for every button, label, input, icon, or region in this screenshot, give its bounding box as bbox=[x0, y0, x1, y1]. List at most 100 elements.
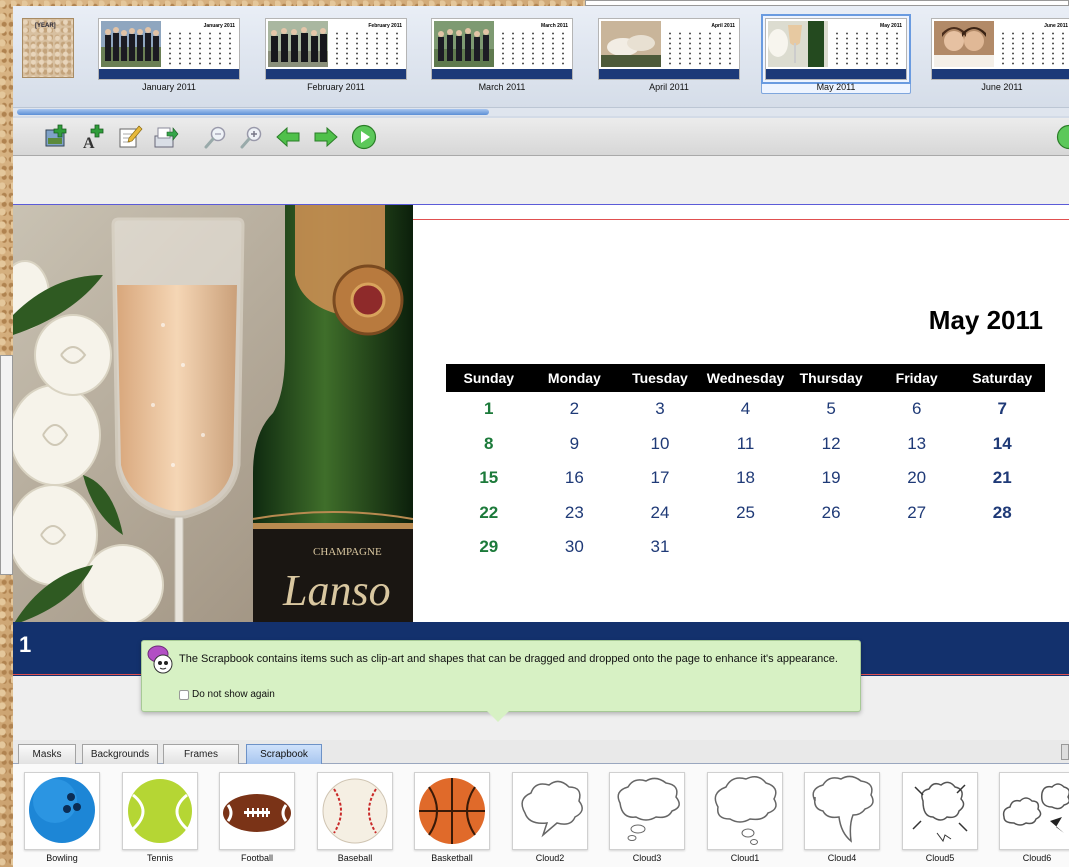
day-cell[interactable]: 14 bbox=[959, 427, 1045, 462]
week-row: 1 2 3 4 5 6 7 bbox=[446, 392, 1045, 427]
scrapbook-item-label: Baseball bbox=[337, 853, 373, 863]
day-cell[interactable]: 24 bbox=[617, 496, 703, 531]
calendar-grid: Sunday Monday Tuesday Wednesday Thursday… bbox=[446, 364, 1045, 565]
day-cell[interactable]: 11 bbox=[703, 427, 789, 462]
scrollbar-thumb[interactable] bbox=[17, 109, 489, 115]
play-slideshow-button[interactable] bbox=[351, 124, 377, 150]
day-cell bbox=[788, 530, 874, 565]
thumbnail-june[interactable]: June 2011 June 2011 bbox=[931, 18, 1069, 96]
day-cell[interactable]: 12 bbox=[788, 427, 874, 462]
day-cell[interactable]: 4 bbox=[703, 392, 789, 427]
background-window bbox=[0, 355, 13, 575]
day-cell[interactable]: 8 bbox=[446, 427, 532, 462]
day-cell[interactable]: 21 bbox=[959, 461, 1045, 496]
item-frame bbox=[804, 772, 880, 850]
zoom-in-button[interactable] bbox=[239, 124, 265, 150]
day-cell[interactable]: 1 bbox=[446, 392, 532, 427]
day-cell[interactable]: 28 bbox=[959, 496, 1045, 531]
group-photo-thumbnail bbox=[268, 21, 328, 67]
thumbnail-april[interactable]: April 2011 April 2011 bbox=[598, 18, 740, 96]
scrapbook-item-cloud5[interactable]: Cloud5 bbox=[902, 772, 978, 867]
scrapbook-item-cloud4[interactable]: Cloud4 bbox=[804, 772, 880, 867]
thumbnail-footer-bar bbox=[932, 69, 1069, 79]
tab-backgrounds[interactable]: Backgrounds bbox=[82, 744, 158, 764]
scrapbook-item-cloud1[interactable]: Cloud1 bbox=[707, 772, 783, 867]
day-cell[interactable]: 2 bbox=[532, 392, 618, 427]
add-photo-button[interactable] bbox=[43, 124, 69, 150]
group-photo-thumbnail bbox=[434, 21, 494, 67]
thumbnail-mini-grid bbox=[998, 31, 1069, 65]
day-cell[interactable]: 13 bbox=[874, 427, 960, 462]
export-icon bbox=[154, 127, 179, 148]
scrapbook-item-bowling[interactable]: Bowling bbox=[24, 772, 100, 867]
thumbnail-label: May 2011 bbox=[816, 82, 856, 92]
thumbnail-scrollbar[interactable] bbox=[13, 107, 1069, 116]
thumbnail-label: April 2011 bbox=[649, 82, 689, 92]
thumbnail-footer-bar bbox=[99, 69, 239, 79]
year-cover-thumbnail[interactable]: [YEAR] bbox=[22, 18, 74, 78]
weekday-header: Friday bbox=[895, 370, 938, 386]
day-cell[interactable]: 26 bbox=[788, 496, 874, 531]
scrapbook-item-tennis[interactable]: Tennis bbox=[122, 772, 198, 867]
thumbnail-label: June 2011 bbox=[981, 82, 1023, 92]
do-not-show-again-checkbox[interactable]: Do not show again bbox=[179, 689, 275, 700]
day-cell[interactable]: 23 bbox=[532, 496, 618, 531]
scrapbook-item-label: Cloud6 bbox=[1022, 853, 1052, 863]
day-cell[interactable]: 29 bbox=[446, 530, 532, 565]
day-cell[interactable]: 6 bbox=[874, 392, 960, 427]
day-cell[interactable]: 31 bbox=[617, 530, 703, 565]
day-cell[interactable]: 19 bbox=[788, 461, 874, 496]
add-text-button[interactable]: A bbox=[81, 124, 107, 152]
group-photo-thumbnail bbox=[101, 21, 161, 67]
day-cell[interactable]: 18 bbox=[703, 461, 789, 496]
checkbox-box[interactable] bbox=[179, 689, 189, 700]
day-cell[interactable]: 5 bbox=[788, 392, 874, 427]
day-cell[interactable]: 3 bbox=[617, 392, 703, 427]
champagne-photo[interactable]: Lanso CHAMPAGNE bbox=[13, 205, 413, 623]
item-frame bbox=[707, 772, 783, 850]
scrapbook-item-football[interactable]: Football bbox=[219, 772, 295, 867]
thumbnail-card: March 2011 bbox=[431, 18, 573, 80]
day-cell[interactable]: 9 bbox=[532, 427, 618, 462]
panel-resize-handle[interactable] bbox=[1061, 744, 1069, 760]
thumbnail-february[interactable]: February 2011 February 2011 bbox=[265, 18, 407, 96]
scrapbook-item-basketball[interactable]: Basketball bbox=[414, 772, 490, 867]
scrapbook-item-cloud6[interactable]: Cloud6 bbox=[999, 772, 1069, 867]
day-cell[interactable]: 30 bbox=[532, 530, 618, 565]
scrapbook-item-label: Football bbox=[240, 853, 274, 863]
year-cover-label: [YEAR] bbox=[35, 23, 56, 29]
help-button[interactable] bbox=[1056, 124, 1069, 150]
zoom-out-button[interactable] bbox=[203, 124, 229, 150]
previous-month-button[interactable] bbox=[275, 124, 301, 150]
day-cell bbox=[874, 530, 960, 565]
edit-button[interactable] bbox=[117, 124, 143, 150]
thumbnail-label: February 2011 bbox=[307, 82, 365, 92]
scrapbook-item-cloud3[interactable]: Cloud3 bbox=[609, 772, 685, 867]
scrapbook-item-baseball[interactable]: Baseball bbox=[317, 772, 393, 867]
thumbnail-january[interactable]: January 2011 January 2011 bbox=[98, 18, 240, 96]
tab-scrapbook[interactable]: Scrapbook bbox=[246, 744, 322, 764]
scrapbook-item-cloud2[interactable]: Cloud2 bbox=[512, 772, 588, 867]
thumbnail-label: January 2011 bbox=[142, 82, 196, 92]
baseball-icon bbox=[322, 778, 388, 844]
thumbnail-march[interactable]: March 2011 March 2011 bbox=[431, 18, 573, 96]
tab-frames[interactable]: Frames bbox=[163, 744, 239, 764]
day-cell[interactable]: 10 bbox=[617, 427, 703, 462]
day-cell[interactable]: 22 bbox=[446, 496, 532, 531]
day-cell[interactable]: 15 bbox=[446, 461, 532, 496]
day-cell[interactable]: 20 bbox=[874, 461, 960, 496]
day-cell[interactable]: 17 bbox=[617, 461, 703, 496]
day-cell[interactable]: 27 bbox=[874, 496, 960, 531]
day-cell[interactable]: 25 bbox=[703, 496, 789, 531]
next-month-button[interactable] bbox=[313, 124, 339, 150]
thumbnail-mini-grid bbox=[165, 31, 237, 65]
tab-masks[interactable]: Masks bbox=[18, 744, 76, 764]
weekday-header: Wednesday bbox=[706, 370, 785, 386]
week-row: 15 16 17 18 19 20 21 bbox=[446, 461, 1045, 496]
day-cell[interactable]: 7 bbox=[959, 392, 1045, 427]
svg-text:A: A bbox=[83, 135, 95, 150]
export-button[interactable] bbox=[153, 124, 179, 150]
day-cell[interactable]: 16 bbox=[532, 461, 618, 496]
football-icon bbox=[223, 794, 291, 832]
thumbnail-may[interactable]: May 2011 May 2011 bbox=[761, 14, 911, 96]
